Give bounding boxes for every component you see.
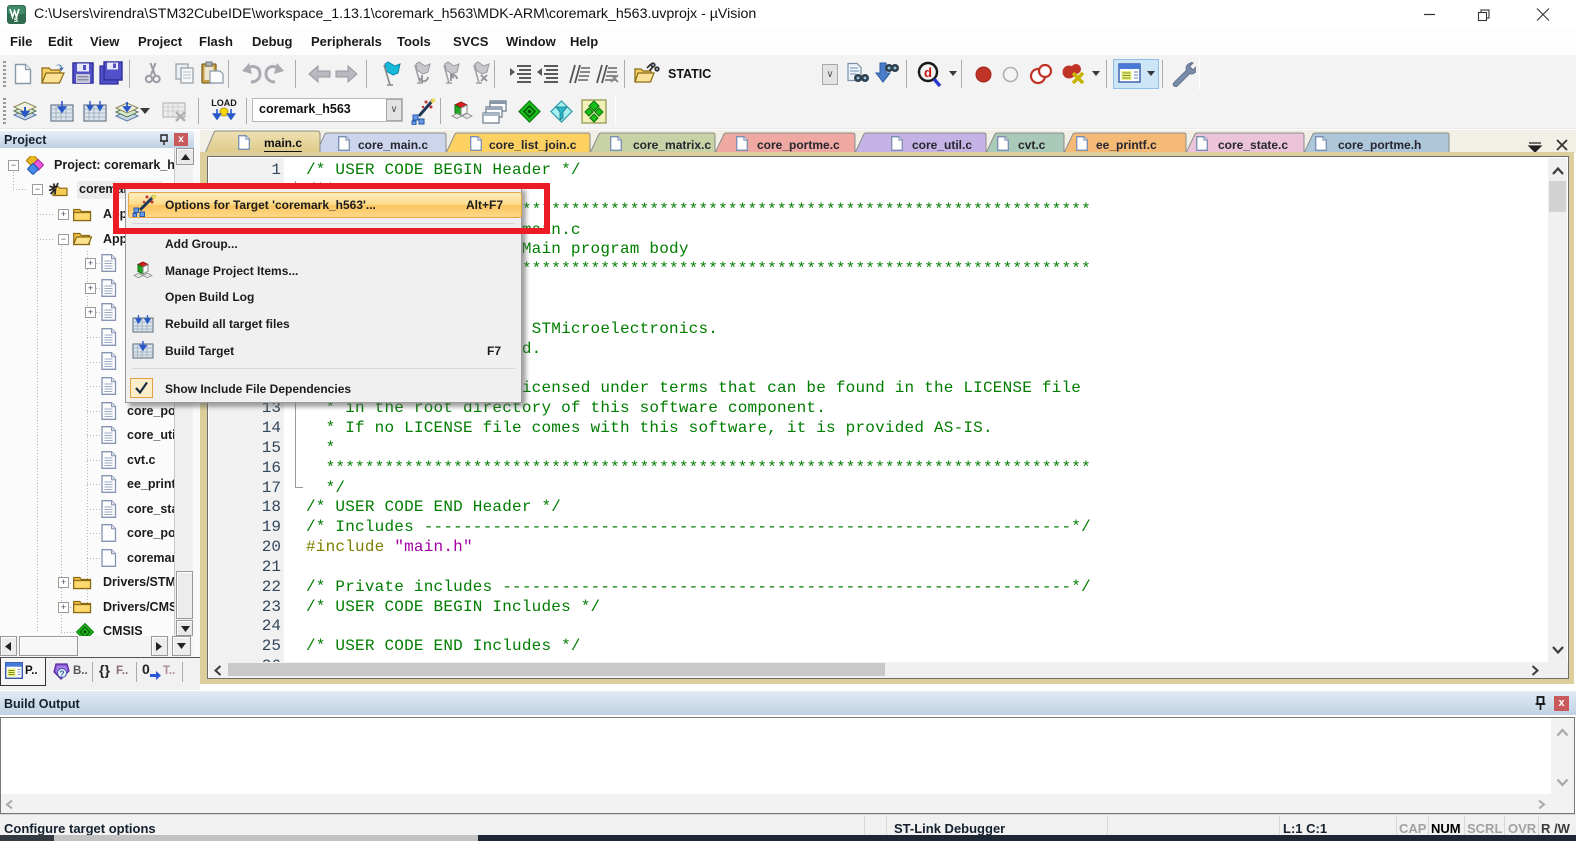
svg-text:?: ? bbox=[59, 669, 64, 679]
svg-text:s: s bbox=[14, 15, 19, 24]
svg-text:d: d bbox=[924, 65, 932, 80]
svg-text:LOAD: LOAD bbox=[211, 98, 237, 108]
